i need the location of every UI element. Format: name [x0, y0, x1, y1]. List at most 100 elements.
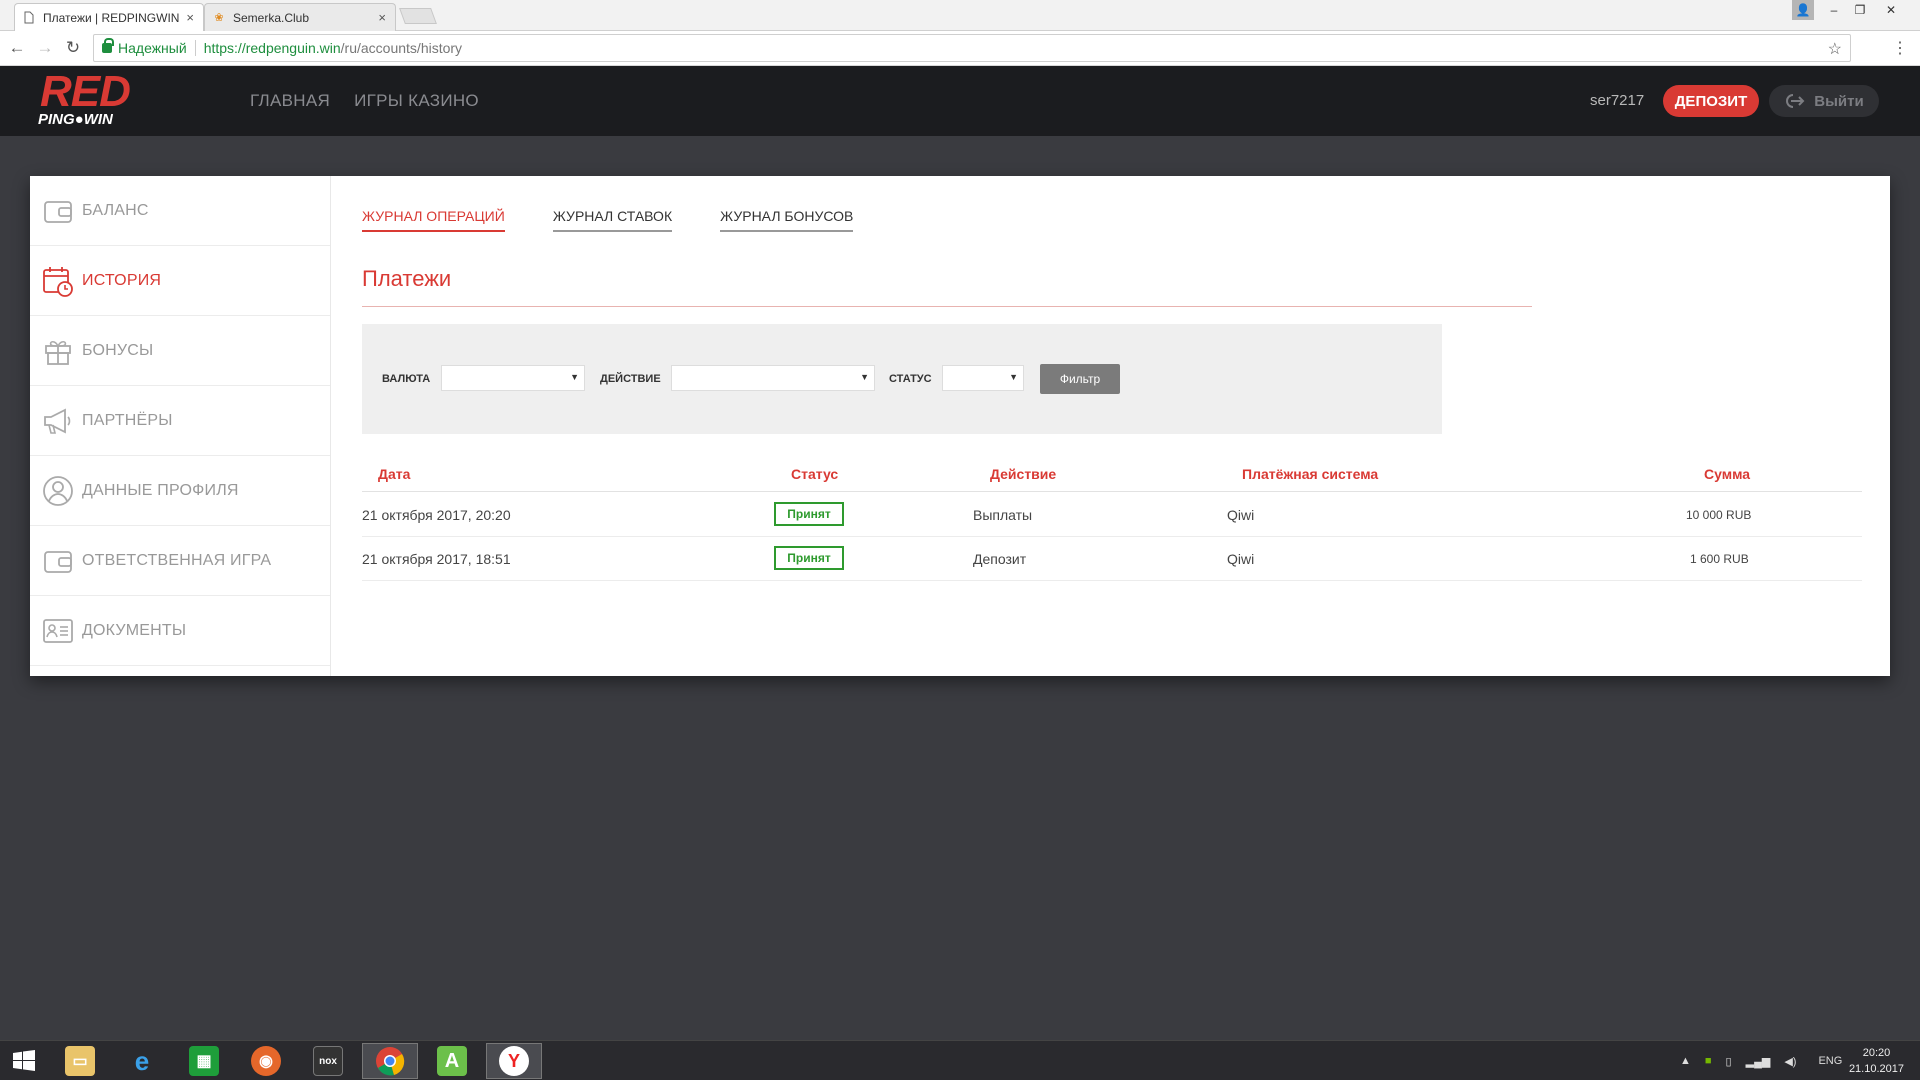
page-icon	[23, 11, 35, 25]
taskbar-store[interactable]: ▦	[176, 1043, 232, 1079]
close-window-icon[interactable]: ✕	[1874, 0, 1908, 20]
sidebar-item-label: БАЛАНС	[82, 201, 149, 219]
filter-button[interactable]: Фильтр	[1040, 364, 1120, 394]
sidebar-item-documents[interactable]: ДОКУМЕНТЫ	[30, 596, 330, 666]
status-badge: Принят	[774, 546, 844, 570]
semerka-icon: ❀	[214, 12, 224, 24]
restore-icon[interactable]: ❐	[1848, 0, 1872, 20]
sidebar-item-partners[interactable]: ПАРТНЁРЫ	[30, 386, 330, 456]
sidebar-item-label: ДОКУМЕНТЫ	[82, 621, 187, 639]
tab-bets-log[interactable]: ЖУРНАЛ СТАВОК	[552, 208, 673, 232]
url-path: /ru/accounts/history	[340, 40, 463, 56]
history-subtabs: ЖУРНАЛ ОПЕРАЦИЙ ЖУРНАЛ СТАВОК ЖУРНАЛ БОН…	[362, 208, 854, 232]
username[interactable]: ser7217	[1590, 92, 1644, 109]
col-action[interactable]: Действие	[990, 466, 1056, 482]
gift-icon	[40, 333, 76, 369]
yandex-icon: Y	[499, 1046, 529, 1076]
url-host: https://redpenguin.win	[203, 40, 341, 56]
network-icon[interactable]: ▂▄▆	[1746, 1055, 1771, 1068]
taskbar-android-app[interactable]: A	[424, 1043, 480, 1079]
cell-payment-system: Qiwi	[1227, 551, 1255, 567]
tab-payments[interactable]: Платежи | REDPINGWIN ×	[14, 3, 204, 31]
site-header: RED PING●WIN ГЛАВНАЯ ИГРЫ КАЗИНО ser7217…	[0, 66, 1920, 136]
volume-icon[interactable]: ◀)	[1784, 1055, 1796, 1068]
clock-time: 20:20	[1862, 1047, 1891, 1059]
history-content: ЖУРНАЛ ОПЕРАЦИЙ ЖУРНАЛ СТАВОК ЖУРНАЛ БОН…	[362, 176, 1862, 676]
col-sum[interactable]: Сумма	[1704, 466, 1750, 482]
cell-sum: 1 600 RUB	[1690, 552, 1749, 566]
account-card: БАЛАНС ИСТОРИЯ БОНУСЫ ПАРТНЁРЫ ДАННЫЕ ПР…	[30, 176, 1890, 676]
browser-menu-icon[interactable]: ⋮	[1892, 38, 1908, 58]
browser-tab-strip: Платежи | REDPINGWIN × ❀ Semerka.Club × …	[0, 0, 1920, 31]
logout-label: Выйти	[1814, 92, 1864, 110]
taskbar-ie[interactable]: e	[114, 1043, 170, 1079]
url-input[interactable]: Надежный https://redpenguin.win /ru/acco…	[93, 34, 1851, 62]
tray-expand-icon[interactable]: ▲	[1680, 1055, 1691, 1067]
store-icon: ▦	[189, 1046, 219, 1076]
cell-date: 21 октября 2017, 18:51	[362, 551, 511, 567]
sidebar-item-responsible-gaming[interactable]: ОТВЕТСТВЕННАЯ ИГРА	[30, 526, 330, 596]
taskbar-firefox[interactable]: ◉	[238, 1043, 294, 1079]
col-status[interactable]: Статус	[791, 466, 838, 482]
currency-select[interactable]: ▼	[441, 365, 585, 391]
taskbar-explorer[interactable]: ▭	[52, 1043, 108, 1079]
dropdown-arrow-icon: ▼	[1009, 372, 1018, 382]
cell-action: Депозит	[973, 551, 1027, 567]
calendar-clock-icon	[40, 263, 76, 299]
action-select[interactable]: ▼	[671, 365, 875, 391]
back-icon[interactable]: ←	[6, 37, 28, 59]
col-payment-system[interactable]: Платёжная система	[1242, 466, 1378, 482]
filter-panel: ВАЛЮТА ▼ ДЕЙСТВИЕ ▼ СТАТУС ▼ Фильтр	[362, 324, 1442, 434]
language-indicator[interactable]: ENG	[1818, 1055, 1842, 1067]
sidebar-item-history[interactable]: ИСТОРИЯ	[30, 246, 330, 316]
table-row: 21 октября 2017, 18:51 Принят Депозит Qi…	[362, 537, 1862, 581]
account-sidebar: БАЛАНС ИСТОРИЯ БОНУСЫ ПАРТНЁРЫ ДАННЫЕ ПР…	[30, 176, 331, 676]
title-divider	[362, 306, 1532, 307]
new-tab-button[interactable]	[399, 8, 437, 24]
sidebar-item-bonuses[interactable]: БОНУСЫ	[30, 316, 330, 386]
taskbar: ▭ e ▦ ◉ nox A Y ▲ ■ ▯ ▂▄▆ ◀) ENG 20:20 2…	[0, 1040, 1920, 1080]
logout-button[interactable]: Выйти	[1769, 85, 1879, 117]
tab-operations-log[interactable]: ЖУРНАЛ ОПЕРАЦИЙ	[362, 208, 505, 232]
tab-title: Платежи | REDPINGWIN	[43, 10, 180, 25]
sidebar-item-balance[interactable]: БАЛАНС	[30, 176, 330, 246]
lock-icon	[102, 38, 114, 53]
nav-casino-games[interactable]: ИГРЫ КАЗИНО	[354, 91, 479, 111]
logo-sub-text: PING●WIN	[38, 111, 113, 128]
close-tab-icon[interactable]: ×	[186, 10, 194, 25]
start-button[interactable]	[0, 1043, 48, 1079]
sidebar-item-label: БОНУСЫ	[82, 341, 154, 359]
folder-icon: ▭	[65, 1046, 95, 1076]
internet-explorer-icon: e	[134, 1045, 150, 1076]
deposit-button[interactable]: ДЕПОЗИТ	[1663, 85, 1759, 117]
clock-date: 21.10.2017	[1848, 1063, 1904, 1075]
battery-icon[interactable]: ▯	[1726, 1055, 1732, 1068]
sidebar-item-label: ПАРТНЁРЫ	[82, 411, 173, 429]
windows-icon	[13, 1050, 35, 1071]
clock[interactable]: 20:20 21.10.2017	[1849, 1045, 1904, 1077]
cell-payment-system: Qiwi	[1227, 507, 1255, 523]
col-date[interactable]: Дата	[378, 466, 410, 482]
taskbar-yandex[interactable]: Y	[486, 1043, 542, 1079]
forward-icon[interactable]: →	[34, 37, 56, 59]
close-tab-icon[interactable]: ×	[378, 10, 386, 25]
reload-icon[interactable]: ↻	[62, 37, 84, 59]
minimize-icon[interactable]: –	[1822, 0, 1846, 20]
status-select[interactable]: ▼	[942, 365, 1024, 391]
taskbar-chrome[interactable]	[362, 1043, 418, 1079]
sidebar-item-profile[interactable]: ДАННЫЕ ПРОФИЛЯ	[30, 456, 330, 526]
nvidia-icon[interactable]: ■	[1705, 1055, 1712, 1067]
megaphone-icon	[40, 403, 76, 439]
bookmark-star-icon[interactable]: ☆	[1828, 39, 1842, 59]
logo-red-text: RED	[40, 67, 131, 116]
profile-icon[interactable]: 👤	[1792, 0, 1814, 20]
taskbar-nox[interactable]: nox	[300, 1043, 356, 1079]
nav-home[interactable]: ГЛАВНАЯ	[250, 91, 330, 111]
tab-bonuses-log[interactable]: ЖУРНАЛ БОНУСОВ	[720, 208, 854, 232]
tab-title: Semerka.Club	[233, 10, 310, 25]
cell-action: Выплаты	[973, 507, 1033, 523]
table-header: Дата Статус Действие Платёжная система С…	[362, 462, 1862, 492]
dropdown-arrow-icon: ▼	[570, 372, 579, 382]
tab-semerka[interactable]: ❀ Semerka.Club ×	[204, 3, 396, 31]
site-logo[interactable]: RED PING●WIN	[38, 67, 150, 132]
